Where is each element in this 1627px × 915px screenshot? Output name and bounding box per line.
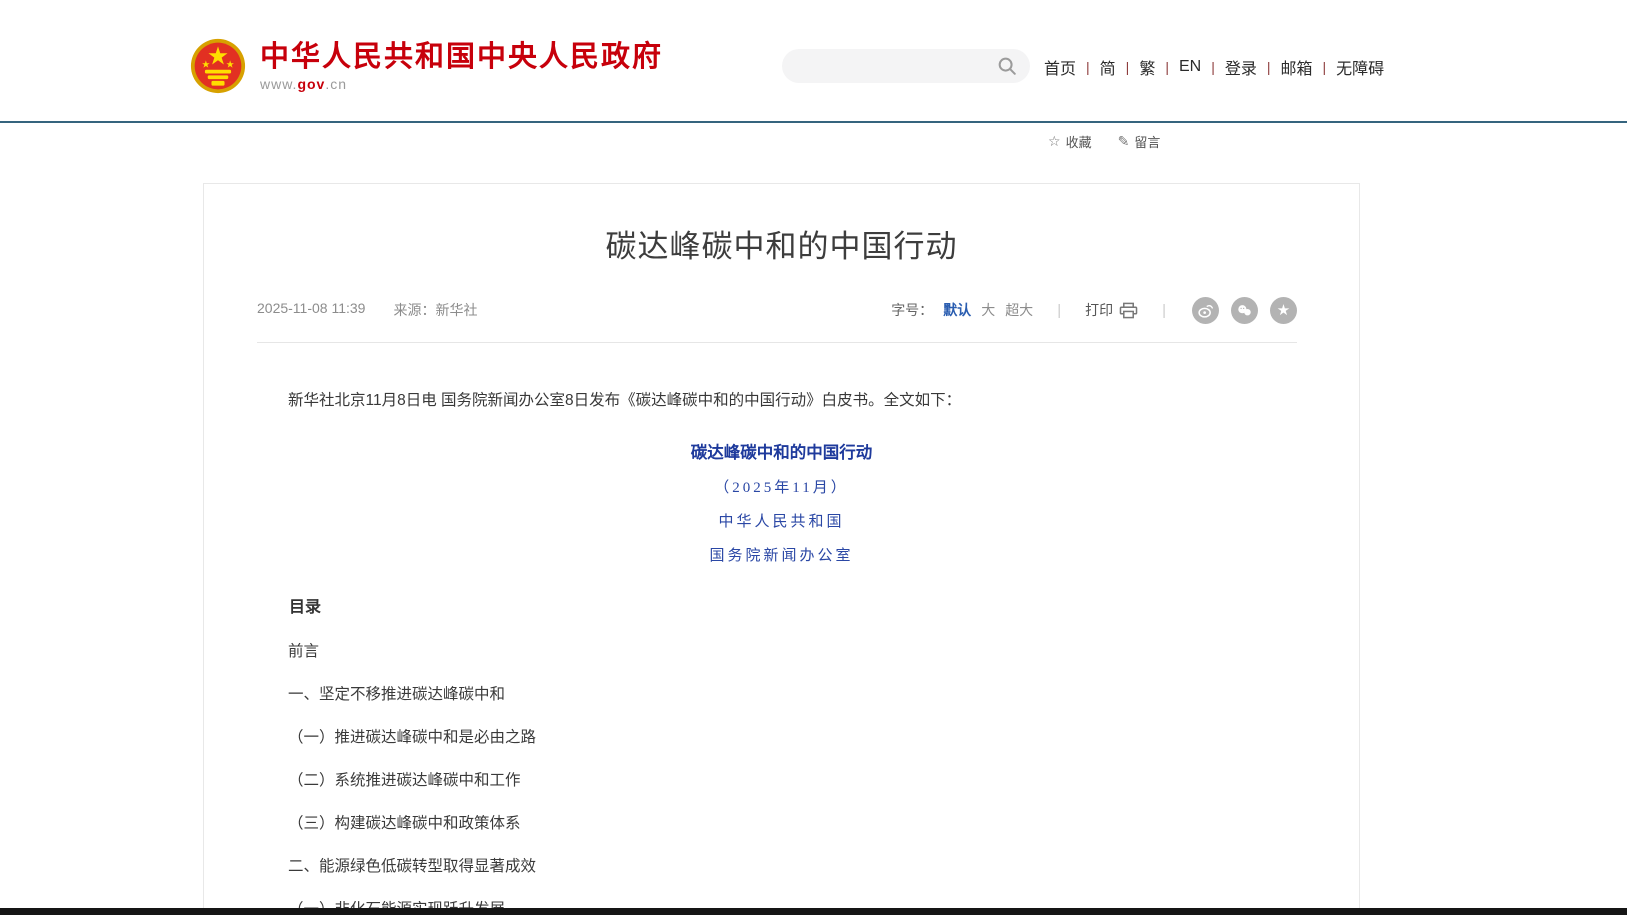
meta-separator: | — [1057, 302, 1061, 319]
toc-item: 前言 — [257, 644, 1306, 660]
logo-text: 中华人民共和国中央人民政府 www.gov.cn — [260, 41, 663, 92]
comment-label: 留言 — [1134, 132, 1160, 151]
printer-icon — [1119, 302, 1138, 319]
search-box[interactable] — [782, 49, 1030, 83]
source-value: 新华社 — [435, 302, 477, 318]
document-org-line2: 国务院新闻办公室 — [257, 544, 1306, 565]
share-weibo-button[interactable] — [1192, 297, 1219, 324]
toc-item: （二）系统推进碳达峰碳中和工作 — [257, 773, 1306, 789]
url-gov: gov — [297, 76, 325, 92]
toc-heading: 目录 — [257, 593, 1306, 617]
nav-separator: | — [1126, 59, 1130, 75]
search-input[interactable] — [782, 49, 996, 83]
site-header: 中华人民共和国中央人民政府 www.gov.cn 首页 | 简 | 繁 | EN | 登录 | 邮箱… — [0, 0, 1627, 121]
document-title: 碳达峰碳中和的中国行动 — [257, 439, 1306, 463]
meta-right: 字号： 默认 大 超大 | 打印 | — [891, 297, 1297, 324]
source-label: 来源： — [393, 302, 435, 318]
article-meta: 2025-11-08 11:39 来源：新华社 字号： 默认 大 超大 | 打印 — [257, 296, 1297, 324]
comment-link[interactable]: ✎ 留言 — [1118, 132, 1161, 151]
source: 来源：新华社 — [393, 300, 477, 320]
header-divider — [0, 121, 1627, 123]
url-www: www. — [260, 76, 297, 92]
site-title: 中华人民共和国中央人民政府 — [260, 41, 663, 73]
favorite-link[interactable]: ☆ 收藏 — [1048, 132, 1092, 151]
site-url: www.gov.cn — [260, 76, 663, 92]
bottom-bar — [0, 908, 1627, 915]
nav-separator: | — [1165, 59, 1169, 75]
nav-accessibility[interactable]: 无障碍 — [1336, 55, 1384, 79]
article-card: 碳达峰碳中和的中国行动 2025-11-08 11:39 来源：新华社 字号： … — [203, 183, 1360, 915]
nav-english[interactable]: EN — [1179, 58, 1201, 76]
share-more-button[interactable]: ★ — [1270, 297, 1297, 324]
document-date: （2025年11月） — [257, 476, 1306, 497]
print-button[interactable]: 打印 — [1085, 300, 1138, 320]
article-body: 新华社北京11月8日电 国务院新闻办公室8日发布《碳达峰碳中和的中国行动》白皮书… — [257, 342, 1306, 915]
star-icon: ☆ — [1048, 133, 1061, 150]
nav-separator: | — [1323, 59, 1327, 75]
toc-item: 一、坚定不移推进碳达峰碳中和 — [257, 687, 1306, 703]
nav-simplified-chinese[interactable]: 简 — [1100, 55, 1116, 79]
site-logo[interactable]: 中华人民共和国中央人民政府 www.gov.cn — [190, 38, 663, 94]
pencil-icon: ✎ — [1118, 133, 1130, 150]
article-title: 碳达峰碳中和的中国行动 — [204, 221, 1359, 266]
favorite-label: 收藏 — [1066, 132, 1092, 151]
utility-bar: ☆ 收藏 ✎ 留言 — [1048, 132, 1160, 151]
print-label: 打印 — [1085, 300, 1113, 320]
publish-date: 2025-11-08 11:39 — [257, 300, 365, 320]
nav-separator: | — [1211, 59, 1215, 75]
top-nav: 首页 | 简 | 繁 | EN | 登录 | 邮箱 | 无障碍 — [1044, 55, 1384, 79]
nav-traditional-chinese[interactable]: 繁 — [1139, 55, 1155, 79]
meta-separator: | — [1162, 302, 1166, 319]
document-org-line1: 中华人民共和国 — [257, 510, 1306, 531]
url-cn: .cn — [325, 76, 347, 92]
nav-separator: | — [1267, 59, 1271, 75]
toc-item: 二、能源绿色低碳转型取得显著成效 — [257, 859, 1306, 875]
nav-mail[interactable]: 邮箱 — [1281, 55, 1313, 79]
font-size-default[interactable]: 默认 — [943, 300, 971, 320]
weibo-icon — [1197, 302, 1214, 319]
wechat-icon — [1236, 302, 1253, 319]
nav-separator: | — [1086, 59, 1090, 75]
share-star-icon: ★ — [1277, 303, 1290, 318]
toc-item: （一）推进碳达峰碳中和是必由之路 — [257, 730, 1306, 746]
toc-item: （三）构建碳达峰碳中和政策体系 — [257, 816, 1306, 832]
meta-left: 2025-11-08 11:39 来源：新华社 — [257, 300, 477, 320]
share-wechat-button[interactable] — [1231, 297, 1258, 324]
national-emblem-icon — [190, 38, 246, 94]
nav-home[interactable]: 首页 — [1044, 55, 1076, 79]
search-icon[interactable] — [996, 55, 1018, 77]
page: 中华人民共和国中央人民政府 www.gov.cn 首页 | 简 | 繁 | EN | 登录 | 邮箱… — [0, 0, 1627, 915]
lead-paragraph: 新华社北京11月8日电 国务院新闻办公室8日发布《碳达峰碳中和的中国行动》白皮书… — [257, 389, 1306, 413]
font-size-label: 字号： — [891, 300, 933, 320]
font-size-xlarge[interactable]: 超大 — [1005, 300, 1033, 320]
nav-login[interactable]: 登录 — [1225, 55, 1257, 79]
font-size-large[interactable]: 大 — [981, 300, 995, 320]
